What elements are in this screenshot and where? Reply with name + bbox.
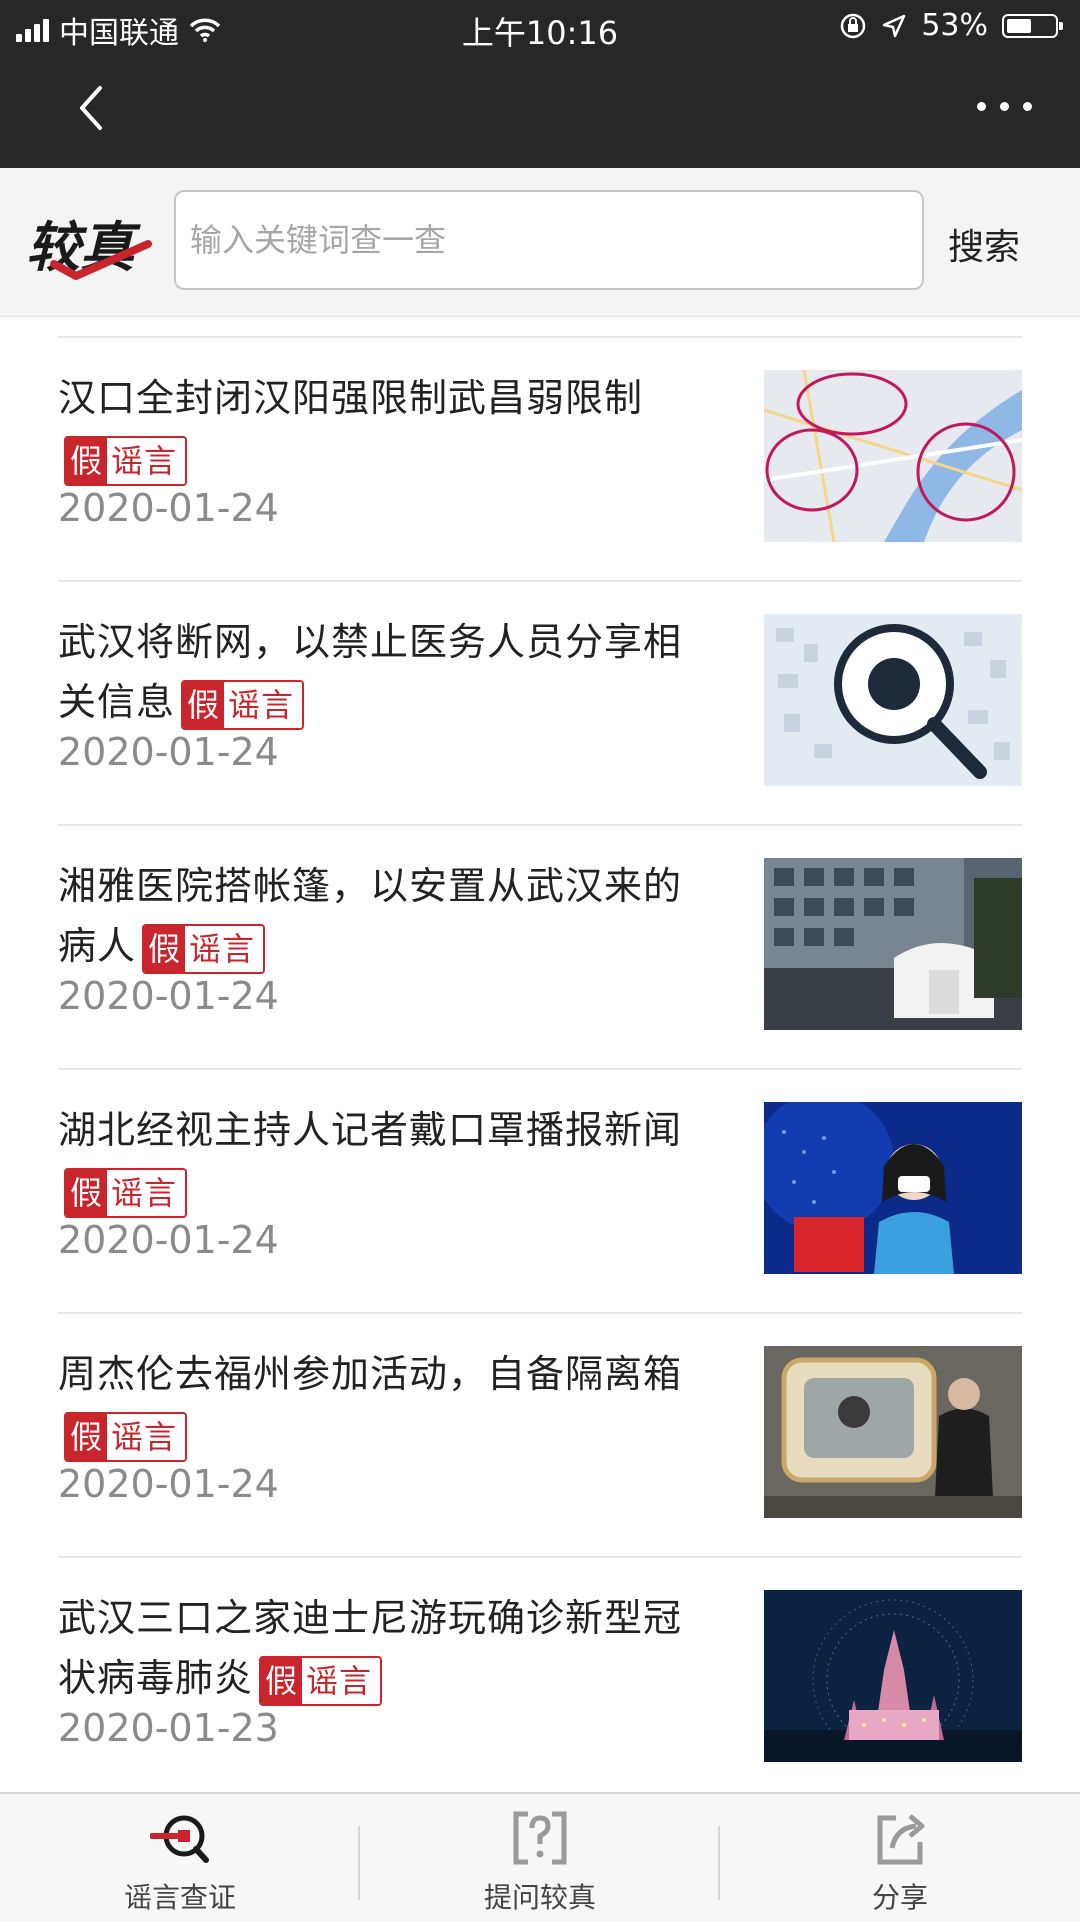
rumor-tag: 假谣言 (64, 435, 188, 486)
more-icon[interactable] (977, 102, 1032, 111)
article-list[interactable]: 2020-01-24 汉口全封闭汉阳强限制武昌弱限制假谣言 2020-01-24… (0, 316, 1080, 1792)
article-title: 湘雅医院搭帐篷，以安置从武汉来的病人假谣言 (58, 856, 718, 976)
list-item[interactable]: 武汉将断网，以禁止医务人员分享相关信息假谣言 2020-01-24 (58, 582, 1022, 826)
rumor-tag: 假谣言 (64, 1167, 188, 1218)
article-date: 2020-01-24 (58, 730, 279, 774)
list-item[interactable]: 汉口全封闭汉阳强限制武昌弱限制假谣言 2020-01-24 (58, 338, 1022, 582)
tab-label: 提问较真 (483, 1881, 596, 1914)
article-title: 武汉将断网，以禁止医务人员分享相关信息假谣言 (58, 612, 718, 732)
location-icon (883, 14, 906, 37)
rumor-tag: 假谣言 (181, 679, 305, 730)
article-thumbnail (764, 858, 1022, 1030)
article-title: 武汉三口之家迪士尼游玩确诊新型冠状病毒肺炎假谣言 (58, 1588, 718, 1708)
tab-ask[interactable]: 提问较真 (360, 1794, 720, 1922)
tab-label: 谣言查证 (123, 1881, 236, 1914)
nav-bar (0, 56, 1080, 168)
rumor-tag: 假谣言 (259, 1655, 383, 1706)
article-title: 周杰伦去福州参加活动，自备隔离箱假谣言 (58, 1344, 718, 1464)
rotation-lock-icon (841, 13, 866, 38)
back-icon[interactable] (66, 78, 126, 138)
question-icon (513, 1811, 567, 1865)
battery-percent: 53% (921, 8, 988, 43)
article-date: 2020-01-24 (58, 486, 279, 530)
article-thumbnail (764, 1590, 1022, 1762)
search-input[interactable] (174, 190, 924, 290)
article-title: 湖北经视主持人记者戴口罩播报新闻假谣言 (58, 1100, 718, 1220)
article-date: 2020-01-24 (58, 1462, 279, 1506)
search-button[interactable]: 搜索 (948, 218, 1020, 270)
list-item[interactable]: 2020-01-24 (58, 316, 1022, 338)
tab-bar: 谣言查证 提问较真 分享 (0, 1792, 1080, 1922)
share-icon (877, 1814, 925, 1865)
list-item[interactable]: 湘雅医院搭帐篷，以安置从武汉来的病人假谣言 2020-01-24 (58, 826, 1022, 1070)
article-thumbnail (764, 1346, 1022, 1518)
rumor-tag: 假谣言 (142, 923, 266, 974)
list-item[interactable]: 湖北经视主持人记者戴口罩播报新闻假谣言 2020-01-24 (58, 1070, 1022, 1314)
article-date: 2020-01-24 (58, 1218, 279, 1262)
tab-rumor-check[interactable]: 谣言查证 (0, 1794, 360, 1922)
article-thumbnail (764, 370, 1022, 542)
status-bar: 中国联通 上午10:16 53% (0, 0, 1080, 56)
article-title: 汉口全封闭汉阳强限制武昌弱限制假谣言 (58, 368, 718, 488)
article-date: 2020-01-23 (58, 1706, 279, 1750)
list-item[interactable]: 周杰伦去福州参加活动，自备隔离箱假谣言 2020-01-24 (58, 1314, 1022, 1558)
article-date: 2020-01-24 (58, 974, 279, 1018)
list-item[interactable]: 武汉三口之家迪士尼游玩确诊新型冠状病毒肺炎假谣言 2020-01-23 (58, 1558, 1022, 1792)
logo: 较真 (26, 216, 152, 280)
search-bar: 较真 搜索 (0, 168, 1080, 317)
article-thumbnail (764, 1102, 1022, 1274)
battery-icon (1002, 13, 1063, 38)
rumor-tag: 假谣言 (64, 1411, 188, 1462)
tab-label: 分享 (871, 1881, 928, 1914)
search-rumor-icon (150, 1815, 209, 1863)
tab-share[interactable]: 分享 (720, 1794, 1080, 1922)
article-thumbnail (764, 614, 1022, 786)
